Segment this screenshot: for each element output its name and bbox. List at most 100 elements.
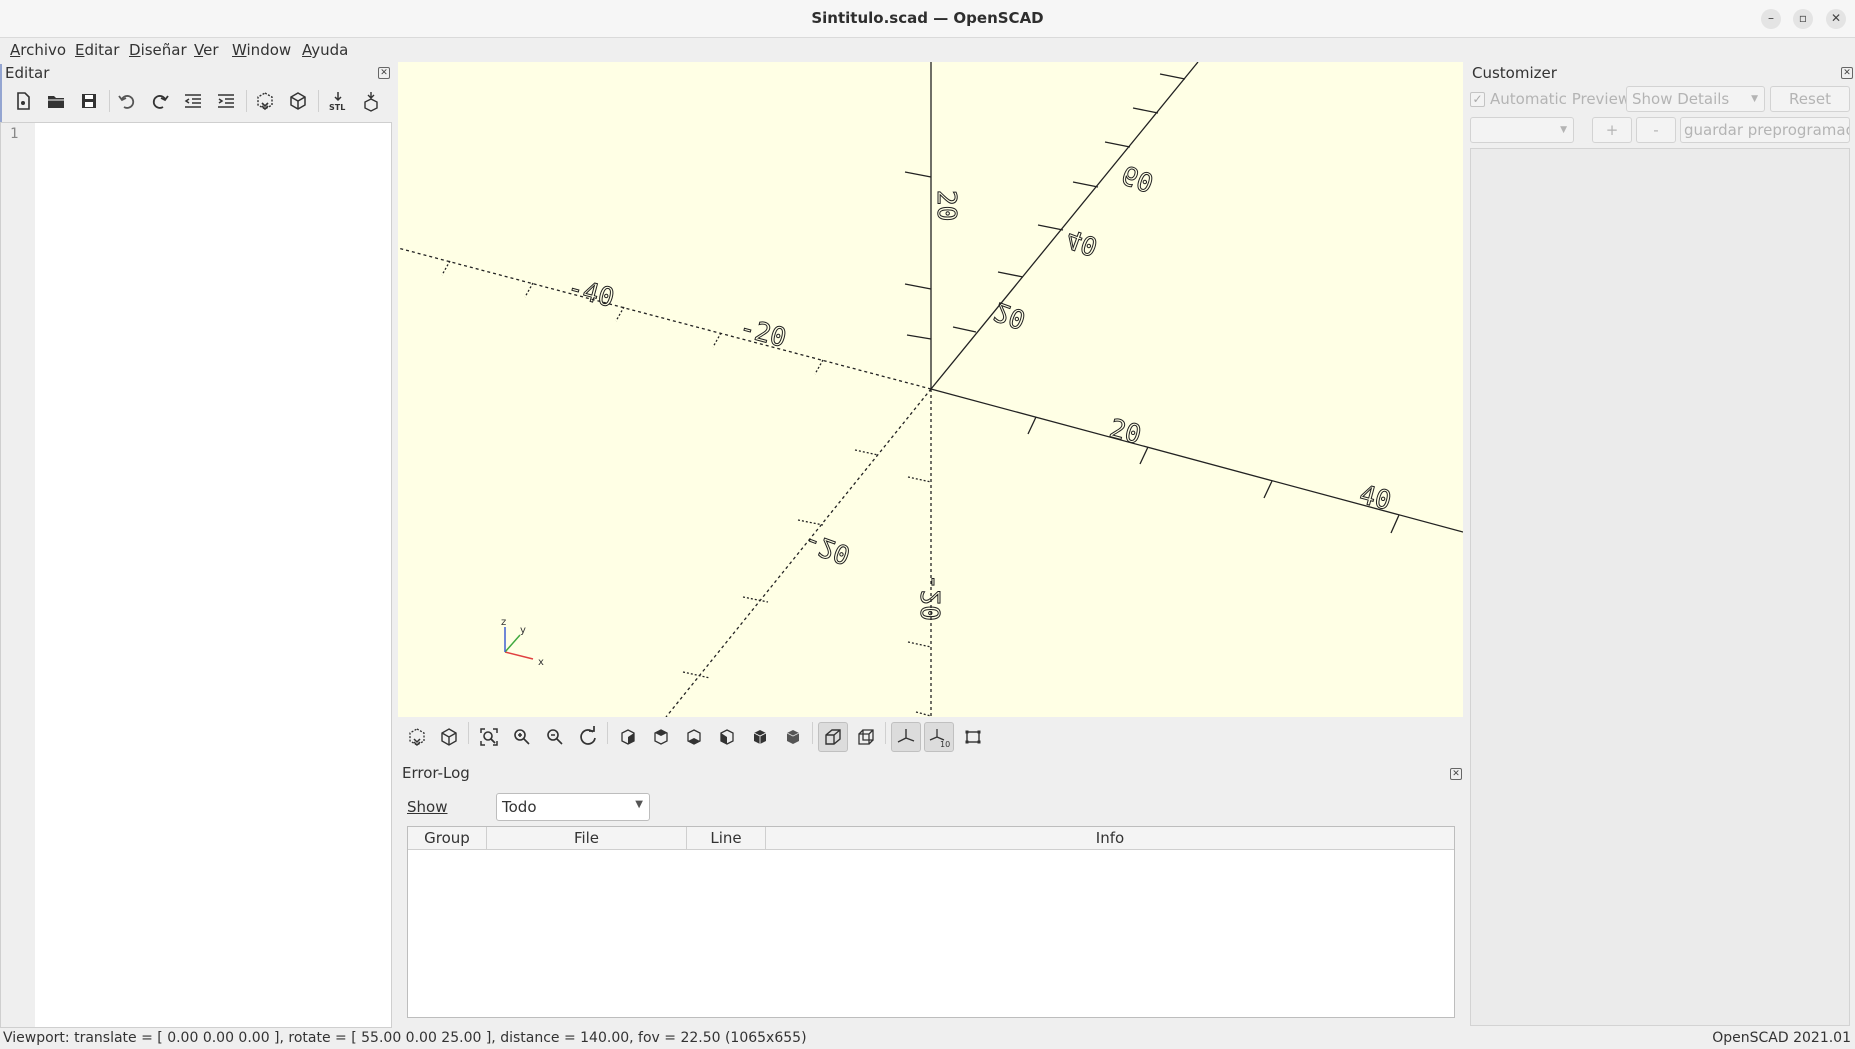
viewport-canvas: 20 40 -20 -40 20 40 60 -20 20 -20 x y z bbox=[398, 62, 1463, 717]
render-icon[interactable] bbox=[283, 86, 313, 116]
z-tick bbox=[915, 711, 932, 717]
error-log-close-icon[interactable]: ✕ bbox=[1450, 768, 1462, 780]
preset-select[interactable]: ▼ bbox=[1470, 117, 1574, 143]
send-to-print-icon[interactable] bbox=[356, 86, 386, 116]
indent-icon[interactable] bbox=[211, 86, 241, 116]
code-editor[interactable]: 1 bbox=[0, 122, 392, 1028]
view-left-icon[interactable] bbox=[712, 722, 742, 752]
window-title: Sintitulo.scad — OpenSCAD bbox=[811, 9, 1044, 27]
x-tick bbox=[1390, 514, 1400, 534]
column-header-file[interactable]: File bbox=[487, 827, 687, 850]
svg-text:STL: STL bbox=[329, 103, 345, 112]
view-top-icon[interactable] bbox=[646, 722, 676, 752]
show-scale-markers-icon[interactable]: 10 bbox=[924, 722, 954, 752]
minimize-button[interactable]: – bbox=[1761, 9, 1781, 29]
x-tick bbox=[814, 359, 824, 375]
maximize-button[interactable]: ▫ bbox=[1793, 9, 1813, 29]
axis-label-x: -40 bbox=[564, 273, 617, 314]
save-preset-button[interactable]: guardar preprogramado bbox=[1680, 117, 1850, 143]
view-all-icon[interactable] bbox=[474, 722, 504, 752]
toolbar-separator bbox=[318, 90, 319, 112]
toolbar-separator bbox=[885, 722, 886, 744]
version-text: OpenSCAD 2021.01 bbox=[1712, 1030, 1851, 1046]
export-stl-icon[interactable]: STL bbox=[323, 86, 353, 116]
axes-gizmo: x y z bbox=[501, 617, 544, 668]
menu-archivo[interactable]: Archivo bbox=[10, 41, 66, 59]
column-header-info[interactable]: Info bbox=[766, 827, 1454, 850]
menu-editar[interactable]: Editar bbox=[75, 41, 119, 59]
error-log-header: Group File Line Info bbox=[408, 827, 1454, 850]
view-right-icon[interactable] bbox=[613, 722, 643, 752]
y-tick bbox=[1072, 181, 1099, 188]
gizmo-x-label: x bbox=[538, 657, 544, 668]
y-tick bbox=[1037, 224, 1064, 231]
open-file-icon[interactable] bbox=[41, 86, 71, 116]
show-filter-value: Todo bbox=[502, 798, 537, 816]
new-file-icon[interactable] bbox=[8, 86, 38, 116]
view-front-icon[interactable] bbox=[745, 722, 775, 752]
y-tick bbox=[854, 449, 879, 456]
preview-icon[interactable] bbox=[402, 722, 432, 752]
x-tick bbox=[1139, 446, 1149, 465]
toolbar-separator bbox=[607, 722, 608, 744]
editor-dock-close-icon[interactable]: ✕ bbox=[378, 67, 390, 79]
column-header-group[interactable]: Group bbox=[408, 827, 487, 850]
gizmo-y-label: y bbox=[520, 625, 526, 636]
gizmo-z-label: z bbox=[501, 617, 506, 628]
axis-label-y: -20 bbox=[800, 525, 854, 569]
z-tick bbox=[907, 641, 932, 648]
axis-label-z: 20 bbox=[931, 190, 961, 221]
x-tick bbox=[441, 260, 451, 276]
x-tick bbox=[615, 306, 625, 322]
show-filter-select[interactable]: Todo ▼ bbox=[496, 793, 650, 821]
axis-label-y: 20 bbox=[990, 295, 1030, 334]
toolbar-separator bbox=[812, 722, 813, 744]
toolbar-separator bbox=[468, 722, 469, 744]
view-bottom-icon[interactable] bbox=[679, 722, 709, 752]
customizer-close-icon[interactable]: ✕ bbox=[1841, 67, 1853, 79]
x-tick bbox=[1027, 416, 1037, 435]
show-axes-icon[interactable] bbox=[891, 722, 921, 752]
3d-viewport[interactable]: 20 40 -20 -40 20 40 60 -20 20 -20 x y z bbox=[398, 62, 1463, 717]
perspective-icon[interactable] bbox=[818, 722, 848, 752]
unindent-icon[interactable] bbox=[178, 86, 208, 116]
y-tick bbox=[1132, 107, 1159, 114]
close-button[interactable]: ✕ bbox=[1826, 9, 1846, 29]
menu-disenar[interactable]: Diseñar bbox=[129, 41, 187, 59]
z-tick bbox=[907, 476, 932, 483]
undo-icon[interactable] bbox=[112, 86, 142, 116]
zoom-in-icon[interactable] bbox=[507, 722, 537, 752]
show-edges-icon[interactable] bbox=[958, 722, 988, 752]
preview-icon[interactable] bbox=[250, 86, 280, 116]
menu-window[interactable]: Window bbox=[232, 41, 291, 59]
reset-view-icon[interactable] bbox=[573, 722, 603, 752]
viewport-info-text: Viewport: translate = [ 0.00 0.00 0.00 ]… bbox=[3, 1030, 807, 1046]
y-tick bbox=[1104, 141, 1131, 148]
column-header-line[interactable]: Line bbox=[687, 827, 766, 850]
render-icon[interactable] bbox=[434, 722, 464, 752]
view-back-icon[interactable] bbox=[778, 722, 808, 752]
menu-ayuda[interactable]: Ayuda bbox=[302, 41, 348, 59]
redo-icon[interactable] bbox=[145, 86, 175, 116]
editor-dock: Editar ✕ STL 1 bbox=[0, 62, 396, 1028]
error-log-dock: Error-Log ✕ Show Todo ▼ Group File Line … bbox=[398, 760, 1464, 1028]
view-toolbar: 10 bbox=[400, 718, 1460, 756]
y-tick bbox=[682, 671, 711, 679]
menu-bar: Archivo Editar Diseñar Ver Window Ayuda bbox=[0, 38, 1855, 64]
axis-label-y: 40 bbox=[1062, 222, 1102, 261]
add-preset-button[interactable]: + bbox=[1592, 117, 1632, 143]
error-log-table[interactable]: Group File Line Info bbox=[407, 826, 1455, 1018]
y-tick bbox=[797, 519, 824, 526]
z-tick bbox=[904, 171, 932, 178]
orthogonal-icon[interactable] bbox=[851, 722, 881, 752]
save-icon[interactable] bbox=[74, 86, 104, 116]
show-details-select[interactable]: Show Details ▼ bbox=[1626, 86, 1765, 112]
menu-ver[interactable]: Ver bbox=[194, 41, 219, 59]
customizer-parameters-area[interactable] bbox=[1470, 148, 1850, 1026]
status-bar: Viewport: translate = [ 0.00 0.00 0.00 ]… bbox=[0, 1028, 1855, 1049]
automatic-preview-checkbox[interactable]: ✓ bbox=[1470, 92, 1485, 107]
y-axis-positive bbox=[930, 62, 1199, 390]
zoom-out-icon[interactable] bbox=[540, 722, 570, 752]
reset-button[interactable]: Reset bbox=[1770, 86, 1850, 112]
remove-preset-button[interactable]: - bbox=[1636, 117, 1676, 143]
